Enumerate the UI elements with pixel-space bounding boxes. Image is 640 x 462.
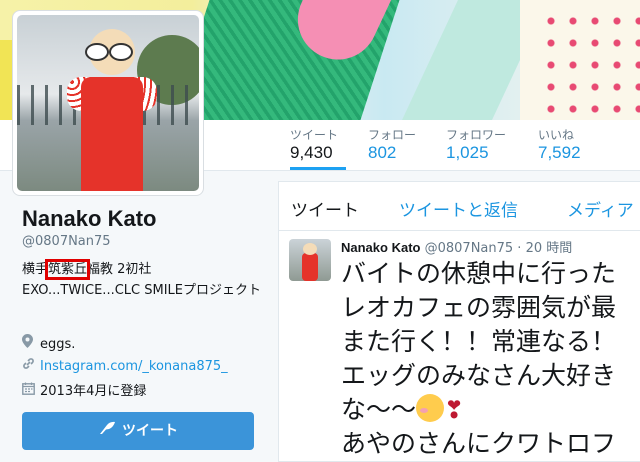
profile-handle[interactable]: @0807Nan75 xyxy=(22,234,111,249)
tab-tweets[interactable]: ツイート xyxy=(291,196,359,221)
website-link[interactable]: Instagram.com/_konana875_ xyxy=(40,359,228,374)
quill-icon xyxy=(98,412,116,450)
stat-value: 7,592 xyxy=(538,143,581,162)
tweet-header: Nanako Kato @0807Nan75 · 20 時間 xyxy=(341,237,572,256)
profile-location: eggs. xyxy=(22,334,75,352)
tweet-avatar[interactable] xyxy=(289,239,331,281)
bio-text: 横手 xyxy=(22,262,49,277)
profile-name[interactable]: Nanako Kato xyxy=(22,206,156,232)
stat-label: ツイート xyxy=(290,128,339,142)
location-text: eggs. xyxy=(40,337,76,352)
stat-value: 802 xyxy=(368,143,397,162)
stat-tweets[interactable]: ツイート 9,430 xyxy=(290,128,346,170)
link-icon xyxy=(22,357,36,374)
smiling-face-emoji-icon xyxy=(416,394,445,422)
tweet-line: な〜〜 xyxy=(341,395,417,424)
stat-label: いいね xyxy=(538,128,575,142)
timeline-panel: ツイート ツイートと返信 メディア Nanako Kato @0807Nan75… xyxy=(278,181,640,462)
tab-media[interactable]: メディア xyxy=(567,196,634,221)
map-pin-icon xyxy=(22,334,36,352)
profile-avatar[interactable] xyxy=(12,10,204,196)
stat-likes[interactable]: いいね 7,592 xyxy=(538,128,581,164)
stat-label: フォロー xyxy=(368,128,417,142)
stat-label: フォロワー xyxy=(446,128,507,142)
tweet-line: また行く！！常連なる！ xyxy=(341,327,617,356)
tweet-text: バイトの休憩中に行った レオカフェの雰囲気が最 また行く！！常連なる！ エッグのみなさ… xyxy=(341,257,640,461)
joined-text: 2013年4月に登録 xyxy=(40,384,147,399)
timeline-tabs: ツイート ツイートと返信 メディア xyxy=(279,182,640,231)
profile-bio: 横手筑紫丘福教 2初社 EXO...TWICE...CLC SMILEプロジェク… xyxy=(22,259,272,301)
compose-tweet-label: ツイート xyxy=(122,423,178,439)
compose-tweet-button[interactable]: ツイート xyxy=(22,412,254,450)
stat-value: 1,025 xyxy=(446,143,489,162)
tweet-line: レオカフェの雰囲気が最 xyxy=(341,293,617,322)
stat-followers[interactable]: フォロワー 1,025 xyxy=(446,128,506,164)
tweet-line: エッグのみなさん大好き xyxy=(341,361,617,390)
tweet-line-with-emoji: な〜〜 ❣ xyxy=(341,393,640,427)
tweet-line: あやのさんにクワトロフ xyxy=(341,429,617,458)
stat-following[interactable]: フォロー 802 xyxy=(368,128,416,164)
profile-website[interactable]: Instagram.com/_konana875_ xyxy=(22,357,228,374)
tweet-author-name[interactable]: Nanako Kato xyxy=(341,240,420,255)
bio-highlighted-text: 筑紫丘 xyxy=(45,259,91,280)
tweet-handle-time[interactable]: @0807Nan75 · 20 時間 xyxy=(425,241,573,256)
calendar-icon xyxy=(22,382,36,399)
heart-exclamation-emoji-icon: ❣ xyxy=(444,396,465,424)
tab-tweets-and-replies[interactable]: ツイートと返信 xyxy=(399,196,518,221)
tweet-line: バイトの休憩中に行った xyxy=(341,259,617,288)
profile-joined: 2013年4月に登録 xyxy=(22,380,146,399)
stat-value: 9,430 xyxy=(290,143,333,162)
